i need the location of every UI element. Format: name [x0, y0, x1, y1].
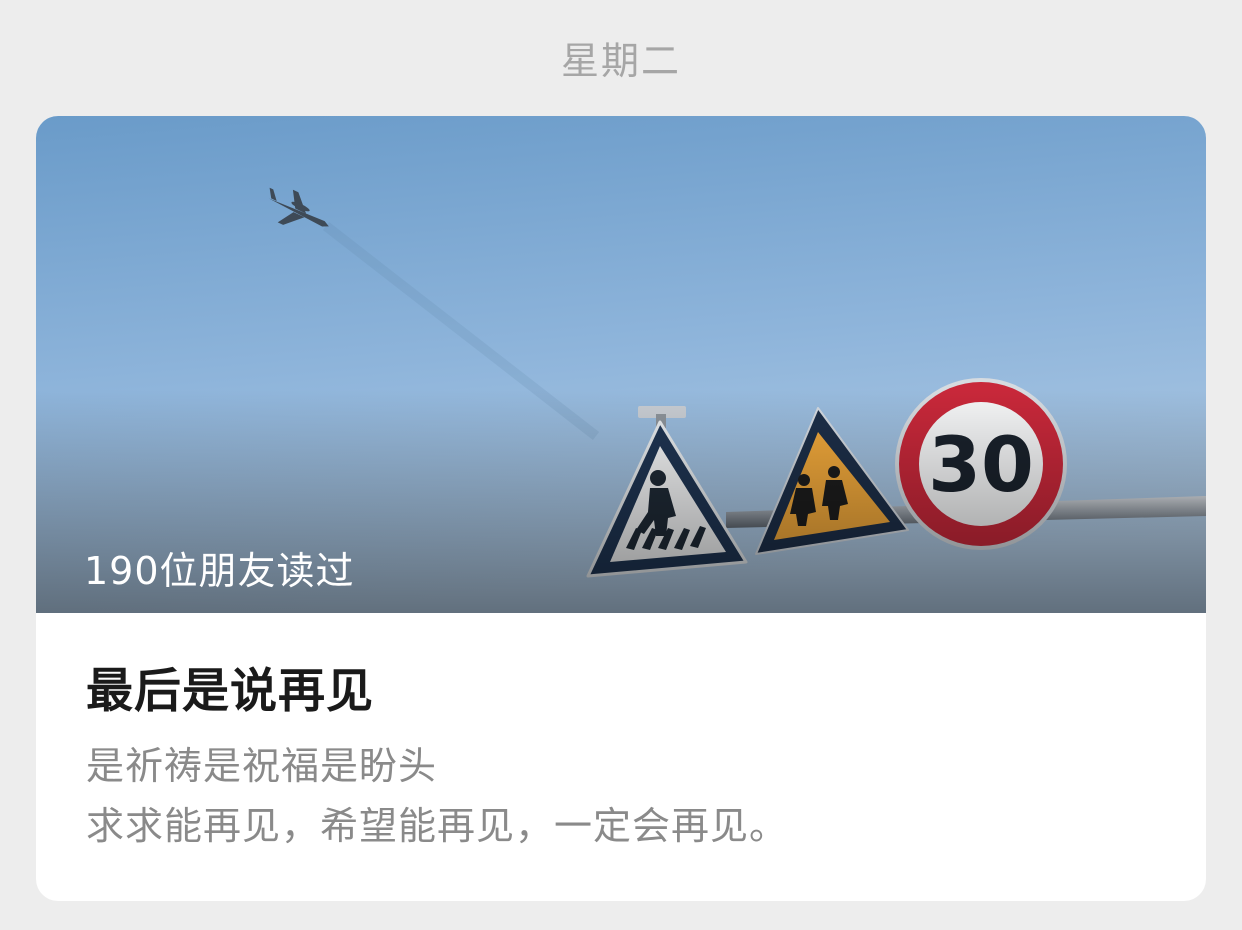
article-title[interactable]: 最后是说再见 — [86, 652, 374, 721]
summary-line: 是祈祷是祝福是盼头 — [86, 744, 438, 788]
article-card[interactable]: 30 190位朋友读过 最后是说再见 是祈祷是祝福是盼头 求求能再见，希望能再见… — [36, 116, 1206, 901]
cover-image[interactable]: 30 190位朋友读过 — [36, 116, 1206, 613]
summary-line: 求求能再见，希望能再见，一定会再见。 — [86, 804, 789, 848]
read-count-label: 190位朋友读过 — [84, 549, 355, 593]
article-summary: 是祈祷是祝福是盼头 求求能再见，希望能再见，一定会再见。 — [86, 736, 1166, 856]
day-label: 星期二 — [560, 39, 681, 83]
cover-photo-sky-with-road-signs: 30 — [36, 116, 1206, 613]
